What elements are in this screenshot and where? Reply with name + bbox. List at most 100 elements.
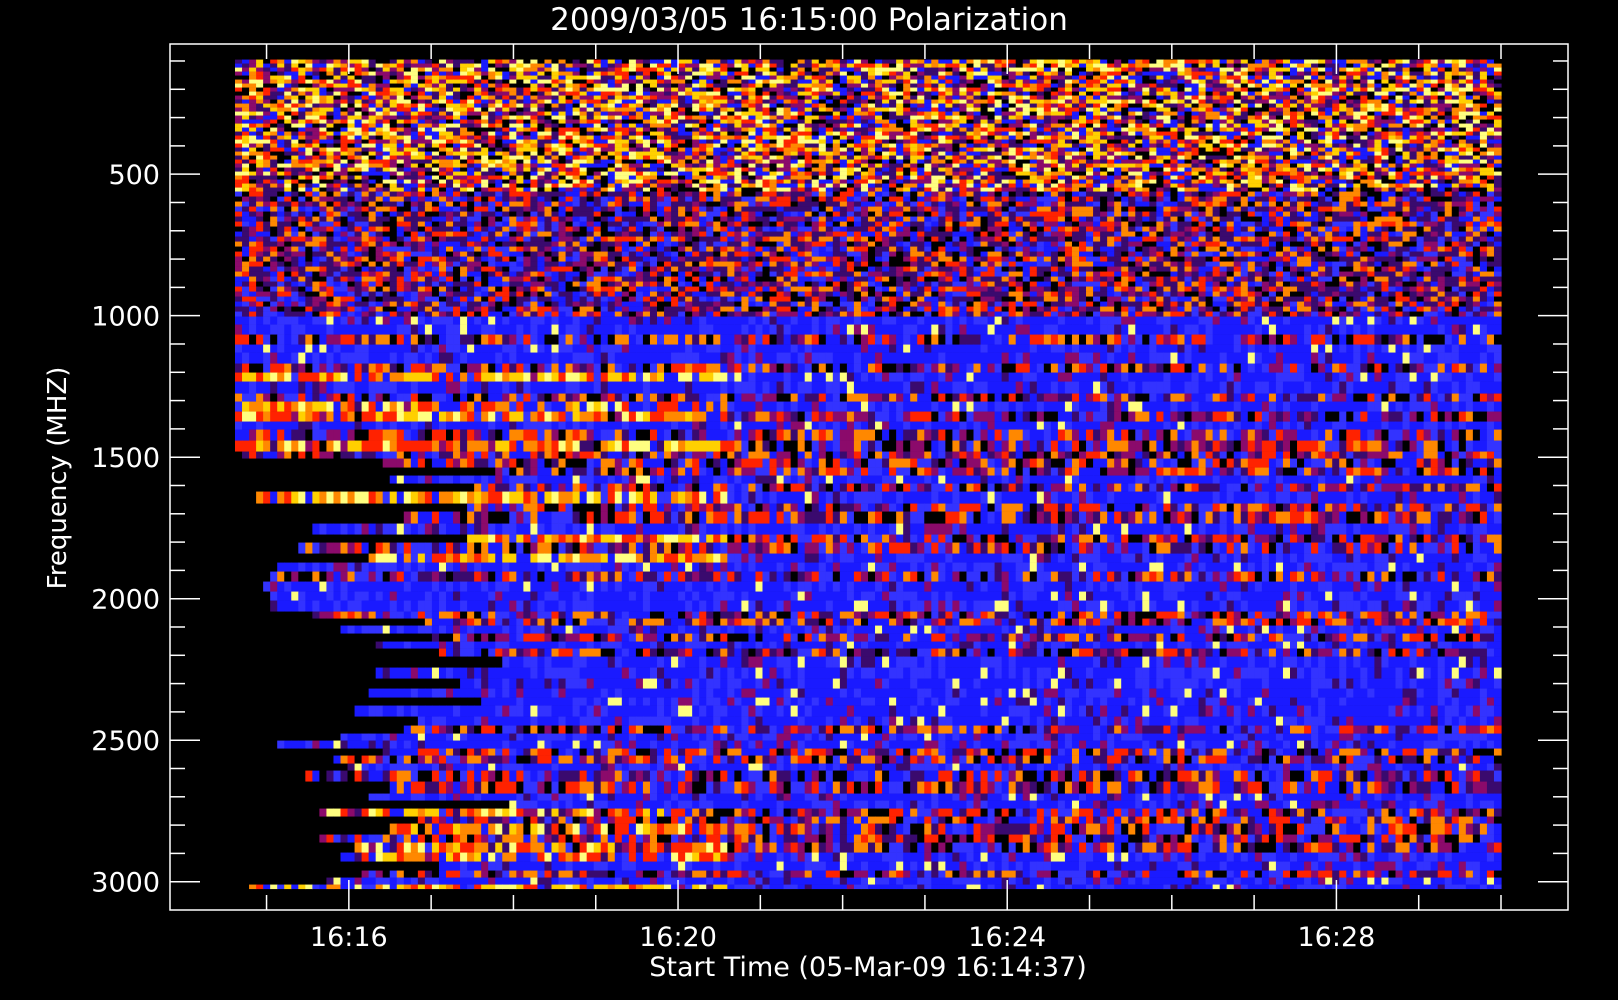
heatmap-cell [600,59,609,64]
heatmap-cell [579,163,588,168]
heatmap-cell [649,119,658,124]
heatmap-cell [1156,135,1164,140]
heatmap-cell [488,127,496,132]
heatmap-cell [1493,147,1502,152]
heatmap-cell [516,63,524,68]
heatmap-cell [347,83,356,88]
heatmap-cell [832,151,841,156]
heatmap-cell [671,95,679,100]
heatmap-cell [586,71,595,76]
heatmap-cell [868,159,876,164]
heatmap-cell [1114,87,1122,92]
heatmap-cell [523,63,531,68]
heatmap-cell [1381,107,1390,112]
heatmap-cell [354,79,363,84]
heatmap-cell [853,167,862,172]
heatmap-cell [453,99,461,104]
heatmap-cell [860,131,869,136]
heatmap-cell [832,147,841,152]
heatmap-cell [1430,123,1439,128]
heatmap-cell [1142,147,1150,152]
heatmap-cell [600,135,609,140]
heatmap-cell [305,159,313,164]
heatmap-cell [1212,99,1221,104]
heatmap-cell [614,107,623,112]
heatmap-cell [994,135,1003,140]
heatmap-cell [628,75,637,80]
heatmap-cell [1374,79,1383,84]
heatmap-cell [607,111,616,116]
heatmap-cell [875,111,883,116]
heatmap-cell [305,99,313,104]
heatmap-cell [1353,147,1361,152]
heatmap-cell [1423,99,1432,104]
heatmap-cell [1395,79,1404,84]
heatmap-cell [973,107,982,112]
heatmap-cell [1029,83,1038,88]
heatmap-cell [516,75,524,80]
heatmap-cell [530,99,539,104]
heatmap-cell [748,71,757,76]
heatmap-cell [1079,131,1087,136]
heatmap-cell [1177,99,1186,104]
heatmap-cell [396,83,405,88]
heatmap-cell [319,155,328,160]
heatmap-cell [509,159,517,164]
heatmap-cell [931,143,939,148]
heatmap-cell [319,111,328,116]
heatmap-cell [1057,131,1066,136]
heatmap-cell [1388,151,1397,156]
heatmap-cell [1057,139,1066,144]
heatmap-cell [1254,123,1263,128]
heatmap-cell [502,143,510,148]
heatmap-cell [804,123,813,128]
heatmap-cell [1472,163,1481,168]
heatmap-cell [811,75,820,80]
heatmap-cell [1458,131,1467,136]
heatmap-cell [1360,95,1368,100]
heatmap-cell [1008,159,1017,164]
heatmap-cell [1374,111,1383,116]
heatmap-cell [699,135,707,140]
heatmap-cell [832,143,841,148]
heatmap-cell [642,139,651,144]
heatmap-cell [424,59,433,64]
heatmap-cell [361,123,370,128]
heatmap-cell [959,131,968,136]
heatmap-cell [1346,143,1354,148]
heatmap-cell [424,103,433,108]
heatmap-cell [1374,127,1383,132]
heatmap-cell [811,107,820,112]
heatmap-cell [1367,83,1375,88]
heatmap-cell [804,75,813,80]
heatmap-cell [868,99,876,104]
heatmap-cell [326,87,335,92]
heatmap-cell [368,143,377,148]
heatmap-cell [431,59,440,64]
heatmap-cell [1029,155,1038,160]
heatmap-cell [530,83,539,88]
heatmap-cell [1416,163,1425,168]
heatmap-cell [790,135,799,140]
heatmap-cell [382,167,391,172]
heatmap-cell [1318,111,1326,116]
heatmap-cell [1177,63,1186,68]
heatmap-cell [1156,119,1164,124]
heatmap-cell [284,151,292,156]
heatmap-cell [291,95,299,100]
heatmap-cell [305,87,313,92]
heatmap-cell [361,139,370,144]
heatmap-cell [720,115,728,120]
heatmap-cell [875,95,883,100]
heatmap-cell [1437,115,1446,120]
heatmap-cell [614,99,623,104]
heatmap-cell [523,163,531,168]
heatmap-cell [417,111,426,116]
heatmap-cell [523,147,531,152]
heatmap-cell [1170,159,1179,164]
heatmap-cell [621,119,630,124]
heatmap-cell [1177,167,1186,172]
heatmap-cell [1346,115,1354,120]
heatmap-cell [474,63,482,68]
heatmap-cell [263,75,271,80]
